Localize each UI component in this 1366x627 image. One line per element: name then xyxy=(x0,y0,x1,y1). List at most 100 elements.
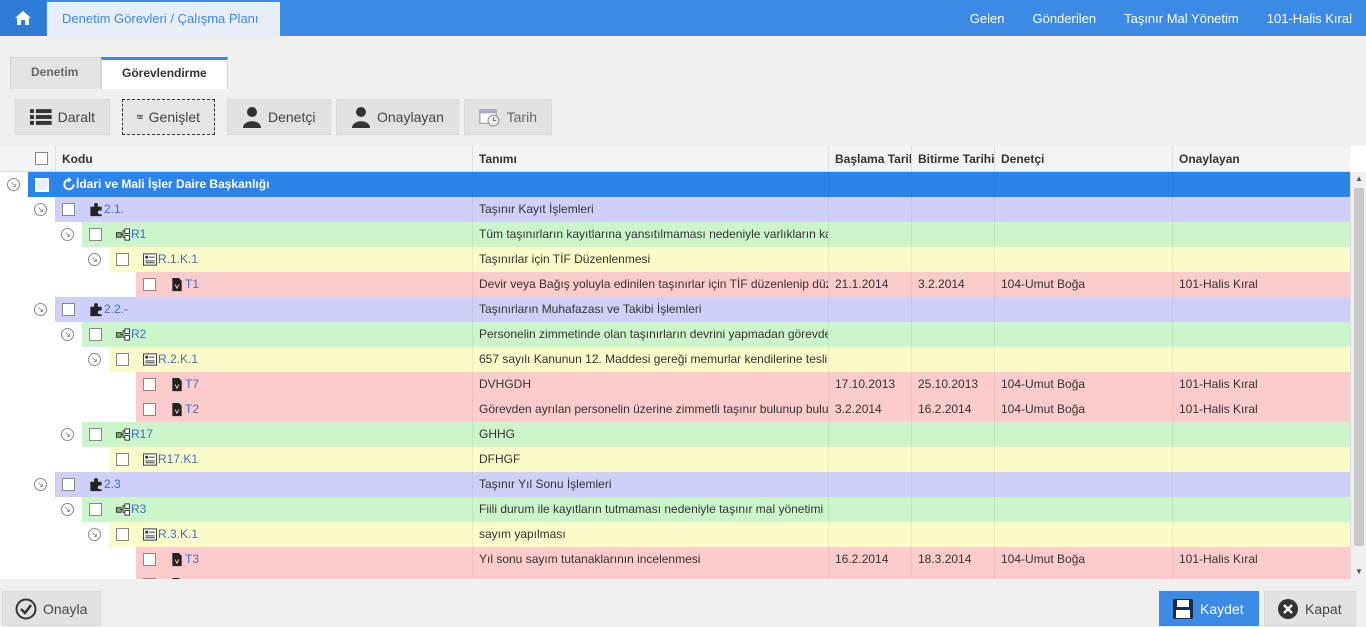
tab-gorevlendirme[interactable]: Görevlendirme xyxy=(101,57,228,89)
nav-user[interactable]: 101-Halis Kıral xyxy=(1253,11,1366,26)
row-checkbox[interactable] xyxy=(89,328,102,341)
row-checkbox[interactable] xyxy=(62,203,75,216)
row-checkbox[interactable] xyxy=(116,528,129,541)
cell-end xyxy=(911,247,994,272)
cell-auditor xyxy=(994,322,1172,347)
row-code[interactable]: T4 xyxy=(185,572,199,579)
tree-row[interactable]: ↘ R17 GHHG xyxy=(0,422,1350,447)
row-code[interactable]: R3 xyxy=(131,497,146,522)
form-icon xyxy=(142,253,158,266)
approve-button[interactable]: Onayla xyxy=(2,591,101,626)
expand-toggle-icon[interactable]: ↘ xyxy=(88,528,101,541)
row-checkbox[interactable] xyxy=(62,478,75,491)
scroll-thumb[interactable] xyxy=(1354,188,1364,546)
home-button[interactable] xyxy=(0,0,46,36)
row-checkbox[interactable] xyxy=(143,378,156,391)
expand-toggle-icon[interactable]: ↘ xyxy=(34,478,47,491)
row-code[interactable]: İdari ve Mali İşler Daire Başkanlığı xyxy=(76,172,269,197)
row-code[interactable]: R.2.K.1 xyxy=(158,347,198,372)
row-code[interactable]: R2 xyxy=(131,322,146,347)
tree-row[interactable]: T2 Görevden ayrılan personelin üzerine zi… xyxy=(0,397,1350,422)
breadcrumb[interactable]: Denetim Görevleri / Çalışma Planı xyxy=(47,2,280,36)
nav-incoming[interactable]: Gelen xyxy=(956,11,1019,26)
tree-row[interactable]: T3 Yıl sonu sayım tutanaklarının incelenm… xyxy=(0,547,1350,572)
nav-asset-management[interactable]: Taşınır Mal Yönetim xyxy=(1110,11,1253,26)
tree-row[interactable]: T7 DVHGDH 17.10.2013 25.10.2013 104-Umut Boğ… xyxy=(0,372,1350,397)
tree-row[interactable]: ↘ İdari ve Mali İşler Daire Başkanlığı xyxy=(0,172,1350,197)
tree-row[interactable]: T1 Devir veya Bağış yoluyla edinilen taşı… xyxy=(0,272,1350,297)
tree-row[interactable]: ↘ R.3.K.1 sayım yapılması xyxy=(0,522,1350,547)
tree-row[interactable]: ↘ R3 Fiili durum ile kayıtların tutmaması … xyxy=(0,497,1350,522)
expand-toggle-icon[interactable]: ↘ xyxy=(34,303,47,316)
tree-row[interactable]: ↘ R.1.K.1 Taşınırlar için TİF Düzenlenmesi xyxy=(0,247,1350,272)
tree-row[interactable]: R17.K1 DFHGF xyxy=(0,447,1350,472)
col-end-date[interactable]: Bitirme Tarihi xyxy=(911,146,994,172)
tree-row[interactable]: ↘ R.2.K.1 657 sayılı Kanunun 12. Maddesi g… xyxy=(0,347,1350,372)
form-icon xyxy=(142,453,158,466)
approver-button[interactable]: Onaylayan xyxy=(336,99,459,135)
row-checkbox[interactable] xyxy=(143,553,156,566)
row-checkbox[interactable] xyxy=(89,428,102,441)
cell-approver xyxy=(1172,522,1350,547)
nav-sent[interactable]: Gönderilen xyxy=(1018,11,1110,26)
scroll-down-icon[interactable]: ▼ xyxy=(1351,565,1366,579)
row-checkbox[interactable] xyxy=(143,278,156,291)
row-code[interactable]: R.1.K.1 xyxy=(158,247,198,272)
row-checkbox[interactable] xyxy=(116,353,129,366)
tree-row[interactable]: ↘ R2 Personelin zimmetinde olan taşınırlar… xyxy=(0,322,1350,347)
expand-toggle-icon[interactable]: ↘ xyxy=(34,203,47,216)
save-button[interactable]: Kaydet xyxy=(1159,591,1259,626)
expand-toggle-icon[interactable]: ↘ xyxy=(61,328,74,341)
date-button[interactable]: Tarih xyxy=(464,99,552,135)
cell-end xyxy=(911,497,994,522)
tree-row[interactable]: ↘ 2.2.- Taşınırların Muhafazası ve Takibi … xyxy=(0,297,1350,322)
cell-approver xyxy=(1172,247,1350,272)
expand-toggle-icon[interactable]: ↘ xyxy=(7,178,20,191)
cell-desc xyxy=(472,572,828,579)
row-code[interactable]: 2.1. xyxy=(104,197,124,222)
row-code[interactable]: 2.3 xyxy=(104,472,121,497)
row-code[interactable]: 2.2.- xyxy=(104,297,128,322)
expand-toggle-icon[interactable]: ↘ xyxy=(61,228,74,241)
col-start-date[interactable]: Başlama Tarihi xyxy=(828,146,911,172)
cell-end xyxy=(911,447,994,472)
row-checkbox[interactable] xyxy=(89,503,102,516)
row-code[interactable]: R17 xyxy=(131,422,153,447)
tree-row[interactable]: ↘ 2.1. Taşınır Kayıt İşlemleri xyxy=(0,197,1350,222)
row-checkbox[interactable] xyxy=(35,178,49,192)
col-auditor[interactable]: Denetçi xyxy=(994,146,1172,172)
collapse-button[interactable]: Daralt xyxy=(15,99,110,135)
scroll-up-icon[interactable]: ▲ xyxy=(1351,172,1366,186)
tree-row[interactable]: ↘ R1 Tüm taşınırların kayıtlarına yansıtıl… xyxy=(0,222,1350,247)
expand-toggle-icon[interactable]: ↘ xyxy=(61,503,74,516)
row-checkbox[interactable] xyxy=(62,303,75,316)
row-code[interactable]: R.3.K.1 xyxy=(158,522,198,547)
cell-approver: 101-Halis Kıral xyxy=(1172,547,1350,572)
row-checkbox[interactable] xyxy=(116,453,129,466)
row-code[interactable]: T7 xyxy=(185,372,199,397)
row-code[interactable]: T1 xyxy=(185,272,199,297)
col-kodu[interactable]: Kodu xyxy=(55,146,472,172)
tree-row[interactable]: T4 xyxy=(0,572,1350,579)
expand-toggle-icon[interactable]: ↘ xyxy=(61,428,74,441)
expand-toggle-icon[interactable]: ↘ xyxy=(88,253,101,266)
row-code[interactable]: R1 xyxy=(131,222,146,247)
row-code[interactable]: T2 xyxy=(185,397,199,422)
col-tanimi[interactable]: Tanımı xyxy=(472,146,828,172)
tab-denetim[interactable]: Denetim xyxy=(10,57,101,89)
row-checkbox[interactable] xyxy=(143,403,156,416)
row-code[interactable]: T3 xyxy=(185,547,199,572)
form-icon xyxy=(142,528,158,541)
vertical-scrollbar[interactable]: ▲ ▼ xyxy=(1350,172,1366,579)
select-all-checkbox[interactable] xyxy=(35,152,48,165)
row-code[interactable]: R17.K1 xyxy=(158,447,198,472)
row-checkbox[interactable] xyxy=(116,253,129,266)
row-checkbox[interactable] xyxy=(89,228,102,241)
auditor-button[interactable]: Denetçi xyxy=(227,99,331,135)
col-approver[interactable]: Onaylayan xyxy=(1172,146,1350,172)
close-button[interactable]: Kapat xyxy=(1264,591,1356,626)
expand-toggle-icon[interactable]: ↘ xyxy=(88,353,101,366)
expand-button[interactable]: Genişlet xyxy=(122,99,215,135)
cell-start xyxy=(828,222,911,247)
tree-row[interactable]: ↘ 2.3 Taşınır Yıl Sonu İşlemleri xyxy=(0,472,1350,497)
